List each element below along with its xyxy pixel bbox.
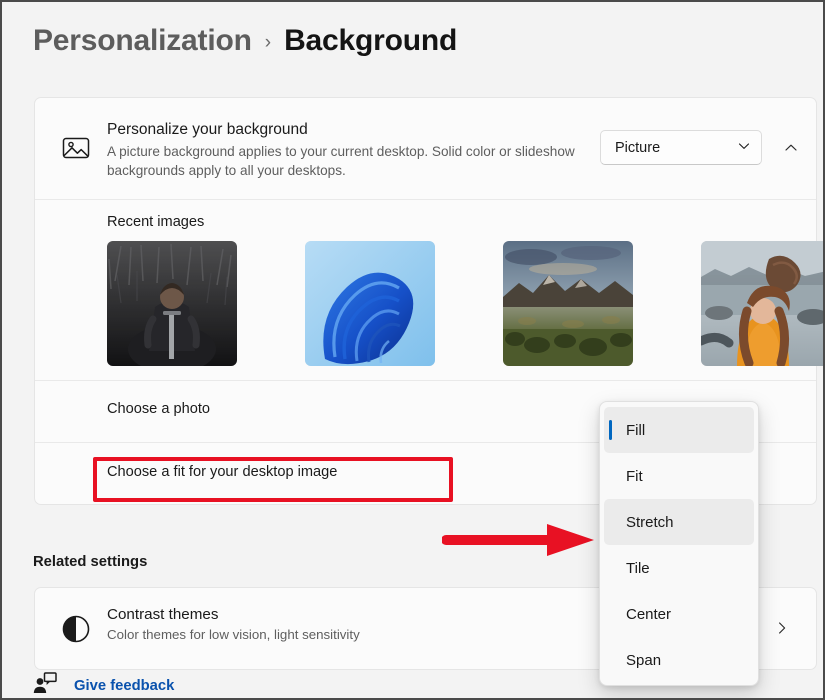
chevron-down-icon	[738, 139, 750, 157]
breadcrumb-separator-icon: ›	[264, 31, 272, 53]
fit-option-span[interactable]: Span	[604, 637, 754, 683]
personalize-text-block: Personalize your background A picture ba…	[107, 119, 597, 180]
give-feedback-label: Give feedback	[74, 677, 175, 694]
windows-bloom-thumbnail[interactable]	[305, 241, 435, 366]
chevron-up-icon	[785, 144, 797, 151]
chevron-right-icon[interactable]	[770, 616, 794, 640]
give-feedback-link[interactable]: Give feedback	[33, 672, 175, 698]
fit-option-stretch[interactable]: Stretch	[604, 499, 754, 545]
fit-option-label: Fit	[626, 467, 643, 485]
fit-option-tile[interactable]: Tile	[604, 545, 754, 591]
personalize-title: Personalize your background	[107, 121, 308, 138]
fit-options-dropdown[interactable]: Fill Fit Stretch Tile Center Span	[599, 401, 759, 686]
settings-window: Personalization › Background Personalize…	[0, 0, 825, 700]
recent-images-row: Recent images	[35, 200, 823, 381]
personalize-background-row: Personalize your background A picture ba…	[35, 98, 816, 200]
fit-option-label: Stretch	[626, 513, 674, 531]
fit-option-label: Center	[626, 605, 672, 623]
contrast-themes-title: Contrast themes	[107, 606, 219, 623]
choose-fit-label: Choose a fit for your desktop image	[107, 464, 338, 480]
annotation-arrow-icon	[441, 522, 602, 558]
fit-option-label: Span	[626, 651, 662, 669]
picture-icon	[59, 131, 93, 165]
recent-images-title: Recent images	[107, 214, 205, 230]
contrast-icon	[59, 612, 93, 646]
page-title: Background	[284, 24, 458, 57]
background-type-dropdown[interactable]: Picture	[600, 130, 762, 165]
fit-option-label: Fill	[626, 421, 646, 439]
fit-option-center[interactable]: Center	[604, 591, 754, 637]
fit-option-label: Tile	[626, 559, 650, 577]
fit-option-fit[interactable]: Fit	[604, 453, 754, 499]
selected-indicator	[609, 420, 612, 440]
related-settings-title: Related settings	[33, 554, 148, 570]
choose-photo-label: Choose a photo	[107, 401, 211, 417]
woman-orange-jacket-thumbnail[interactable]	[701, 241, 823, 366]
feedback-person-icon	[33, 672, 57, 698]
fit-option-fill[interactable]: Fill	[604, 407, 754, 453]
throne-scene-thumbnail[interactable]	[107, 241, 237, 366]
background-type-value: Picture	[615, 139, 661, 156]
contrast-themes-description: Color themes for low vision, light sensi…	[107, 627, 360, 642]
mountain-landscape-thumbnail[interactable]	[503, 241, 633, 366]
collapse-section-button[interactable]	[775, 132, 807, 164]
contrast-text-block: Contrast themes Color themes for low vis…	[107, 604, 360, 644]
personalize-description: A picture background applies to your cur…	[107, 144, 575, 178]
breadcrumb: Personalization › Background	[33, 18, 457, 64]
recent-images-list	[107, 241, 823, 366]
breadcrumb-parent-personalization[interactable]: Personalization	[33, 24, 252, 58]
